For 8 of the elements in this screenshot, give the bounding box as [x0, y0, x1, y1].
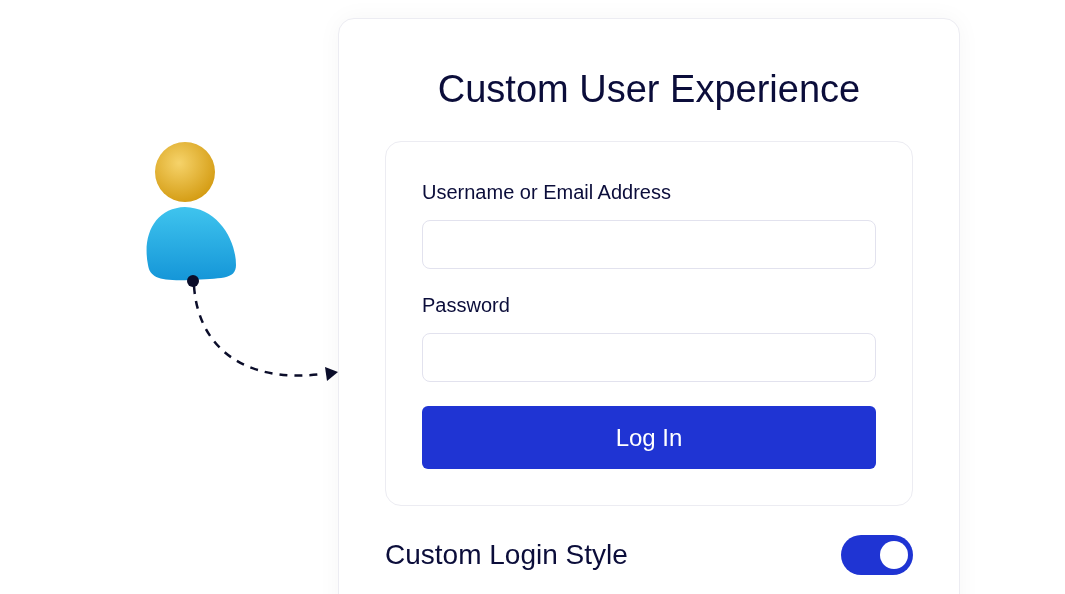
- input-field[interactable]: [422, 333, 876, 382]
- toggle-switch[interactable]: [841, 535, 913, 575]
- setting-label: Custom Login Style: [385, 538, 628, 572]
- login-button[interactable]: Log In: [422, 406, 876, 469]
- input-field[interactable]: [422, 220, 876, 269]
- card-title: Custom User Experience: [437, 67, 861, 111]
- field-label: Password: [422, 293, 511, 318]
- field-label: Username or Email Address: [422, 180, 672, 205]
